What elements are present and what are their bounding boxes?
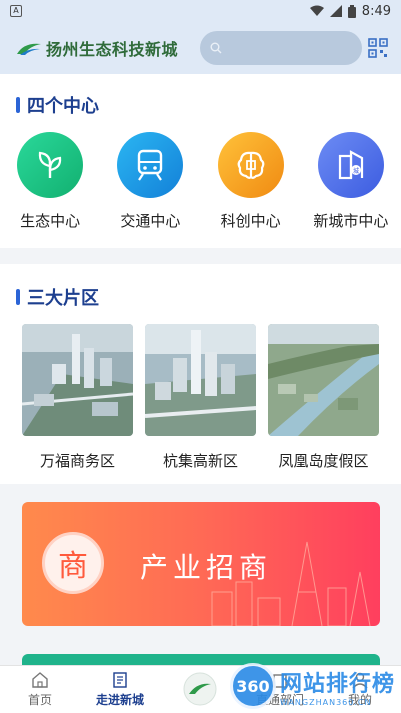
center-item-transport[interactable]: 交通中心 — [100, 132, 200, 231]
tab-home[interactable]: 首页 — [0, 666, 80, 713]
app-header: 扬州生态科技新城 — [0, 22, 401, 74]
wifi-icon — [309, 5, 324, 16]
tab-label: 首页 — [27, 693, 52, 707]
centers-card: 四个中心 生态中心 交通中心 科创中心 城 新城市中心 — [0, 74, 401, 248]
search-bar[interactable] — [200, 31, 363, 65]
clock: 8:49 — [361, 3, 391, 19]
zones-card: 三大片区 万福商务区 杭集高新区 凤凰岛度假区 — [0, 264, 401, 484]
zones-list: 万福商务区 杭集高新区 凤凰岛度假区 — [22, 324, 379, 471]
zone-label: 万福商务区 — [39, 452, 115, 470]
title-accent-bar — [16, 289, 20, 305]
centers-grid: 生态中心 交通中心 科创中心 城 新城市中心 — [0, 132, 401, 231]
signal-icon — [329, 5, 342, 17]
zone-item-fenghuang[interactable]: 凤凰岛度假区 — [268, 324, 379, 471]
zone-item-wanfu[interactable]: 万福商务区 — [22, 324, 133, 471]
search-input[interactable] — [226, 40, 357, 56]
building-doc-icon — [113, 672, 127, 688]
notification-icon: A — [10, 5, 22, 17]
leaf-icon — [17, 132, 84, 198]
zone-aerial-image — [268, 324, 379, 436]
watermark-url: WANGZHAN360.CN — [279, 697, 372, 707]
zone-aerial-image — [22, 324, 133, 436]
investment-banner[interactable]: 商 产业招商 — [22, 502, 380, 626]
train-icon — [117, 132, 184, 198]
logo-text: 扬州生态科技新城 — [46, 40, 179, 59]
svg-text:城: 城 — [353, 168, 359, 175]
center-label: 生态中心 — [20, 212, 81, 230]
city-building-icon: 城 — [317, 132, 384, 198]
watermark-360-logo: 360 — [229, 663, 276, 709]
zone-aerial-image — [145, 324, 256, 436]
zones-section-title: 三大片区 — [16, 284, 99, 310]
center-item-ecology[interactable]: 生态中心 — [0, 132, 100, 231]
home-icon — [32, 672, 48, 688]
center-label: 科创中心 — [220, 212, 281, 230]
watermark-title: 网站排行榜 — [279, 671, 395, 697]
qr-scan-icon[interactable] — [367, 37, 389, 59]
zone-label: 杭集高新区 — [162, 452, 238, 470]
center-item-innovation[interactable]: 科创中心 — [201, 132, 301, 231]
centers-section-title: 四个中心 — [16, 92, 99, 118]
status-bar: A 8:49 — [0, 0, 401, 22]
center-label: 新城市中心 — [313, 212, 389, 230]
investment-badge-icon: 商 — [42, 532, 104, 594]
zone-item-hangji[interactable]: 杭集高新区 — [145, 324, 256, 471]
banner-title: 产业招商 — [140, 551, 273, 584]
tab-label: 走进新城 — [95, 693, 144, 707]
center-item-newcity[interactable]: 城 新城市中心 — [301, 132, 401, 231]
tab-center-logo[interactable] — [160, 666, 240, 713]
brain-chip-icon — [217, 132, 284, 198]
tab-explore-city[interactable]: 走进新城 — [80, 666, 160, 713]
logo-leaf-icon — [17, 43, 41, 55]
search-icon — [210, 42, 222, 54]
watermark: 360 网站排行榜 WANGZHAN360.CN — [229, 663, 395, 709]
battery-icon — [347, 4, 356, 18]
title-accent-bar — [16, 97, 20, 113]
zone-label: 凤凰岛度假区 — [278, 452, 369, 470]
center-label: 交通中心 — [120, 212, 181, 230]
logo-tab-icon — [183, 672, 217, 705]
app-logo: 扬州生态科技新城 — [16, 36, 178, 60]
